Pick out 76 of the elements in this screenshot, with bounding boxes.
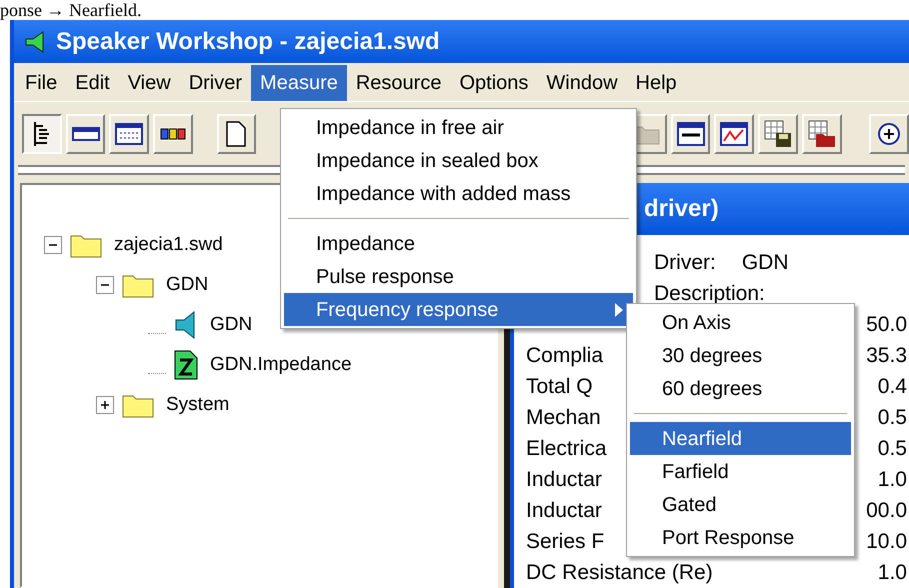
window-icon <box>115 122 144 144</box>
parameter-label: Complia <box>526 343 604 369</box>
window-button[interactable] <box>670 114 710 154</box>
table-save-icon <box>764 120 792 148</box>
menu-bar-item[interactable]: Edit <box>66 65 119 101</box>
parameter-value: 00.0 <box>866 498 907 524</box>
submenu-arrow-icon <box>615 302 623 316</box>
menu-item[interactable]: Port Response <box>630 521 851 554</box>
menu-bar-item[interactable]: Help <box>626 65 686 101</box>
menu-item[interactable]: 60 degrees <box>630 372 851 405</box>
document-icon <box>226 120 246 146</box>
collapse-toggle[interactable] <box>44 236 62 254</box>
open-table-button[interactable] <box>802 114 842 154</box>
save-table-button[interactable] <box>758 114 798 154</box>
field-label: Description: <box>654 282 765 305</box>
window-icon <box>676 122 705 146</box>
parameter-value: 0.5 <box>878 405 907 431</box>
menu-bar-item[interactable]: Driver <box>180 65 252 101</box>
tree-view-button[interactable] <box>22 114 62 154</box>
table-folder-icon <box>808 120 836 148</box>
menu-item[interactable]: Impedance with added mass <box>284 177 633 210</box>
field-value: GDN <box>742 250 789 276</box>
parameter-value: 35.3 <box>866 343 907 369</box>
parameter-value: 1.0 <box>878 560 907 586</box>
parameter-label: DC Resistance (Re) <box>526 560 713 586</box>
zoom-in-icon <box>877 122 902 146</box>
document-text: ponse → Nearfield. <box>0 0 142 20</box>
menu-bar-item[interactable]: Measure <box>251 65 347 101</box>
parameter-value: 50.0 <box>866 312 907 338</box>
parameter-label: Mechan <box>526 405 601 431</box>
plus-icon <box>100 400 110 410</box>
parameter-value: 0.5 <box>878 436 907 462</box>
new-document-button[interactable] <box>216 114 256 154</box>
menu-bar-item[interactable]: File <box>16 65 66 101</box>
parameter-label: Total Q <box>526 374 593 400</box>
tree-item[interactable]: GDN <box>166 270 208 300</box>
menu-item[interactable]: Nearfield <box>630 422 851 455</box>
tree-item[interactable]: GDN <box>210 310 252 340</box>
child-window-title: driver) <box>644 194 719 224</box>
menu-item[interactable]: Farfield <box>630 455 851 488</box>
parameter-label: Inductar <box>526 498 602 524</box>
menu-item[interactable]: Gated <box>630 488 851 521</box>
parameter-label: Series F <box>526 529 604 555</box>
menu-item[interactable]: Pulse response <box>284 260 633 293</box>
document-icon <box>174 350 198 380</box>
menu-bar-item[interactable]: Options <box>450 65 538 101</box>
tree-view-icon <box>32 120 52 146</box>
window-button[interactable] <box>109 114 150 154</box>
window-title: Speaker Workshop - zajecia1.swd <box>56 26 440 56</box>
color-bars-icon <box>160 128 186 140</box>
menu-item[interactable]: Frequency response <box>284 293 633 326</box>
parameter-value: 10.0 <box>866 529 907 555</box>
menu-item[interactable]: Impedance in sealed box <box>284 144 633 177</box>
menu-bar-item[interactable]: View <box>118 65 180 101</box>
zoom-in-button[interactable] <box>869 114 909 154</box>
tree-item[interactable]: System <box>166 390 230 420</box>
menu-bar-item[interactable]: Resource <box>346 65 450 101</box>
expand-toggle[interactable] <box>96 396 114 414</box>
menu-item[interactable]: Impedance <box>284 227 633 260</box>
menu-item[interactable]: Impedance in free air <box>284 111 633 144</box>
parameter-value: 0.4 <box>878 374 907 400</box>
field-label: Driver: <box>654 250 716 276</box>
collapse-toggle[interactable] <box>96 276 114 294</box>
tree-item[interactable]: zajecia1.swd <box>114 230 223 260</box>
parameter-value: 1.0 <box>878 467 907 493</box>
menu-item[interactable]: 30 degrees <box>630 339 851 372</box>
chart-window-button[interactable] <box>714 114 754 154</box>
menu-item[interactable]: On Axis <box>630 306 851 339</box>
parameter-label: Inductar <box>526 467 602 493</box>
tree-item[interactable]: GDN.Impedance <box>210 350 352 380</box>
colors-button[interactable] <box>153 114 193 154</box>
menu-bar-item[interactable]: Window <box>537 65 627 101</box>
parameter-label: Electrica <box>526 436 607 462</box>
window-icon <box>72 126 100 140</box>
window-button[interactable] <box>66 114 106 154</box>
chart-window-icon <box>720 122 748 146</box>
